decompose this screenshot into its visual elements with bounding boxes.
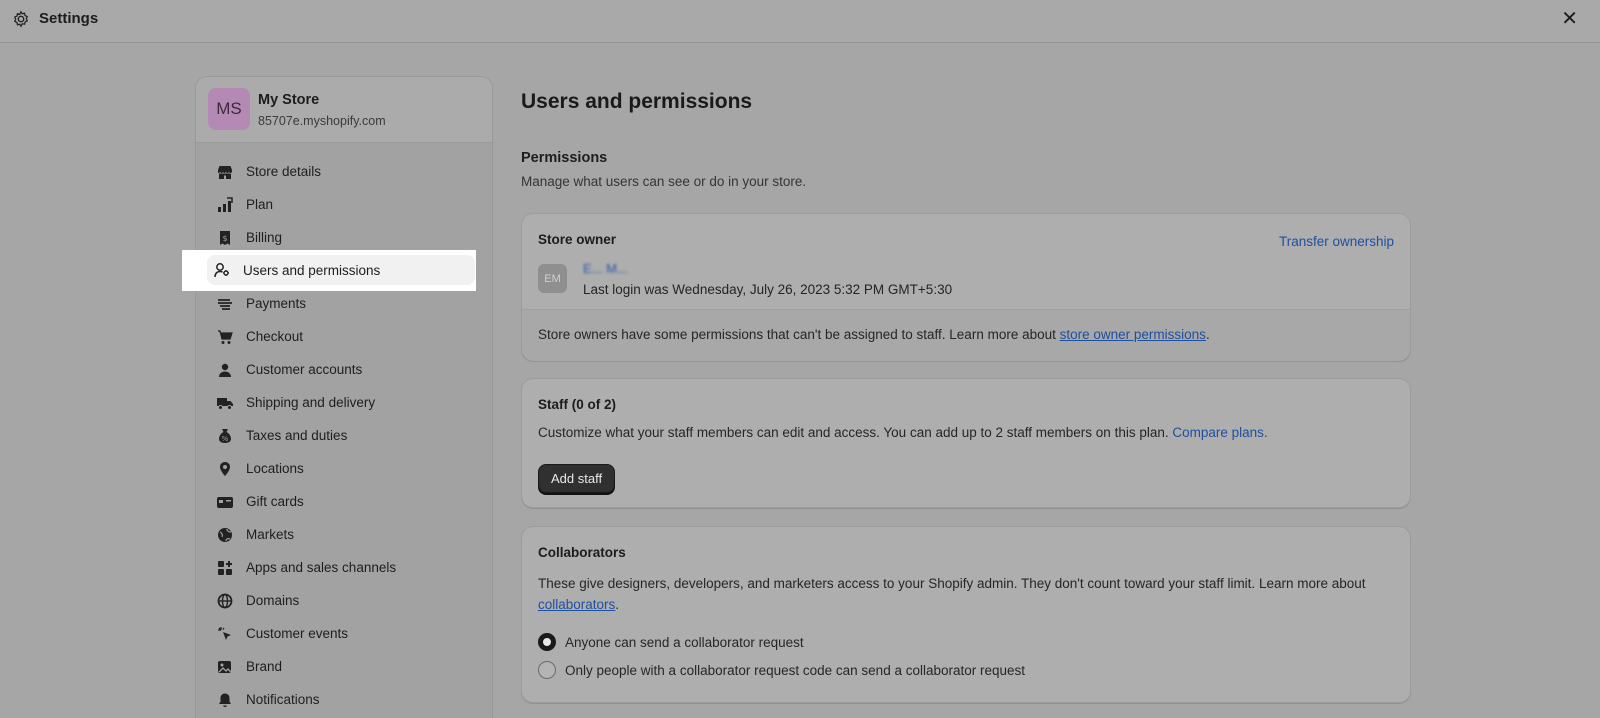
globe-icon bbox=[216, 526, 234, 544]
cart-icon bbox=[216, 328, 234, 346]
collaborators-description-text: These give designers, developers, and ma… bbox=[538, 576, 1366, 591]
store-owner-permissions-link[interactable]: store owner permissions bbox=[1060, 327, 1206, 342]
gift-card-icon bbox=[216, 493, 234, 511]
main-content: Users and permissions Permissions Manage… bbox=[521, 90, 1411, 703]
store-avatar: MS bbox=[208, 88, 250, 130]
radio-button[interactable] bbox=[538, 661, 556, 679]
collaborators-title: Collaborators bbox=[538, 545, 626, 560]
sidebar-item-label: Plan bbox=[246, 197, 274, 212]
sidebar-item-customer-events[interactable]: Customer events bbox=[196, 617, 492, 650]
gear-icon bbox=[12, 10, 30, 28]
sidebar-item-domains[interactable]: Domains bbox=[196, 584, 492, 617]
svg-text:%: % bbox=[222, 435, 229, 443]
sidebar-item-users-selected[interactable]: Users and permissions bbox=[207, 255, 475, 285]
sidebar-item-markets[interactable]: Markets bbox=[196, 518, 492, 551]
truck-icon bbox=[216, 394, 234, 412]
staff-title: Staff (0 of 2) bbox=[538, 397, 617, 412]
sidebar-item-label: Markets bbox=[246, 527, 295, 542]
sidebar-item-taxes[interactable]: % Taxes and duties bbox=[196, 419, 492, 452]
sidebar-item-customer-accounts[interactable]: Customer accounts bbox=[196, 353, 492, 386]
sidebar-item-label: Checkout bbox=[246, 329, 304, 344]
add-staff-button[interactable]: Add staff bbox=[538, 464, 616, 493]
owner-avatar: EM bbox=[538, 264, 567, 293]
close-icon[interactable]: ✕ bbox=[1561, 9, 1578, 29]
owner-note-section: Store owners have some permissions that … bbox=[522, 309, 1410, 361]
sidebar-item-label: Notifications bbox=[246, 692, 320, 707]
sidebar-item-apps[interactable]: Apps and sales channels bbox=[196, 551, 492, 584]
sidebar-item-label: Store details bbox=[246, 164, 322, 179]
radio-button-checked[interactable] bbox=[538, 633, 556, 651]
radio-request-code-only[interactable]: Only people with a collaborator request … bbox=[538, 661, 1025, 679]
sidebar-item-label: Gift cards bbox=[246, 494, 304, 509]
sidebar-item-shipping[interactable]: Shipping and delivery bbox=[196, 386, 492, 419]
store-name: My Store bbox=[258, 92, 320, 108]
svg-text:$: $ bbox=[222, 234, 227, 243]
collaborators-suffix: . bbox=[615, 597, 620, 612]
sidebar-item-store-details[interactable]: Store details bbox=[196, 155, 492, 188]
sidebar-item-label: Brand bbox=[246, 659, 283, 674]
collaborators-description: These give designers, developers, and ma… bbox=[538, 573, 1398, 615]
location-icon bbox=[216, 460, 234, 478]
sidebar-item-locations[interactable]: Locations bbox=[196, 452, 492, 485]
owner-note-suffix: . bbox=[1205, 327, 1210, 342]
transfer-ownership-link[interactable]: Transfer ownership bbox=[1279, 234, 1394, 249]
sidebar-item-label: Customer events bbox=[246, 626, 349, 641]
settings-header: Settings ✕ bbox=[0, 0, 1600, 43]
store-domain: 85707e.myshopify.com bbox=[258, 114, 386, 128]
payments-icon bbox=[216, 295, 234, 313]
sidebar-item-plan[interactable]: Plan bbox=[196, 188, 492, 221]
sidebar-item-label: Taxes and duties bbox=[246, 428, 348, 443]
collaborators-link[interactable]: collaborators bbox=[538, 597, 615, 612]
sidebar-item-label: Shipping and delivery bbox=[246, 395, 376, 410]
sidebar-item-label: Payments bbox=[246, 296, 307, 311]
bell-icon bbox=[216, 691, 234, 709]
page-title: Users and permissions bbox=[521, 90, 753, 113]
settings-sidebar: MS My Store 85707e.myshopify.com Store d… bbox=[195, 76, 493, 718]
sidebar-item-users[interactable]: Users and permissions bbox=[182, 250, 476, 291]
apps-icon bbox=[216, 559, 234, 577]
sidebar-item-notifications[interactable]: Notifications bbox=[196, 683, 492, 716]
store-icon bbox=[216, 163, 234, 181]
sidebar-item-label: Domains bbox=[246, 593, 300, 608]
staff-description-text: Customize what your staff members can ed… bbox=[538, 425, 1173, 440]
sidebar-item-brand[interactable]: Brand bbox=[196, 650, 492, 683]
sidebar-item-checkout[interactable]: Checkout bbox=[196, 320, 492, 353]
sidebar-item-label: Users and permissions bbox=[243, 262, 381, 278]
sidebar-item-label: Customer accounts bbox=[246, 362, 363, 377]
taxes-icon: % bbox=[216, 427, 234, 445]
store-switcher[interactable]: MS My Store 85707e.myshopify.com bbox=[196, 77, 492, 143]
window-title: Settings bbox=[39, 10, 99, 27]
sidebar-item-label: Locations bbox=[246, 461, 304, 476]
sidebar-item-label: Apps and sales channels bbox=[246, 560, 397, 575]
owner-note: Store owners have some permissions that … bbox=[538, 327, 1210, 342]
radio-anyone-request[interactable]: Anyone can send a collaborator request bbox=[538, 633, 804, 651]
owner-name-link[interactable]: E... M... bbox=[583, 261, 628, 276]
cursor-icon bbox=[216, 625, 234, 643]
sidebar-item-gift-cards[interactable]: Gift cards bbox=[196, 485, 492, 518]
sidebar-item-payments[interactable]: Payments bbox=[196, 287, 492, 320]
store-owner-card: Store owner Transfer ownership EM E... M… bbox=[521, 213, 1411, 361]
brand-icon bbox=[216, 658, 234, 676]
radio-label: Only people with a collaborator request … bbox=[565, 662, 1026, 678]
owner-last-login: Last login was Wednesday, July 26, 2023 … bbox=[583, 282, 953, 297]
compare-plans-link[interactable]: Compare plans. bbox=[1172, 425, 1267, 440]
store-owner-title: Store owner bbox=[538, 232, 617, 247]
plan-icon bbox=[216, 196, 234, 214]
staff-card: Staff (0 of 2) Customize what your staff… bbox=[521, 378, 1411, 508]
users-icon bbox=[213, 261, 231, 279]
radio-label: Anyone can send a collaborator request bbox=[565, 634, 804, 650]
settings-nav: Store details Plan $ Billing Payments Ch… bbox=[196, 155, 492, 716]
person-icon bbox=[216, 361, 234, 379]
sidebar-item-label: Billing bbox=[246, 230, 283, 245]
staff-description: Customize what your staff members can ed… bbox=[538, 425, 1268, 440]
owner-note-text: Store owners have some permissions that … bbox=[538, 327, 1060, 342]
permissions-subtitle: Manage what users can see or do in your … bbox=[521, 174, 807, 189]
collaborators-card: Collaborators These give designers, deve… bbox=[521, 526, 1411, 703]
permissions-heading: Permissions bbox=[521, 150, 608, 166]
billing-icon: $ bbox=[216, 229, 234, 247]
domains-icon bbox=[216, 592, 234, 610]
